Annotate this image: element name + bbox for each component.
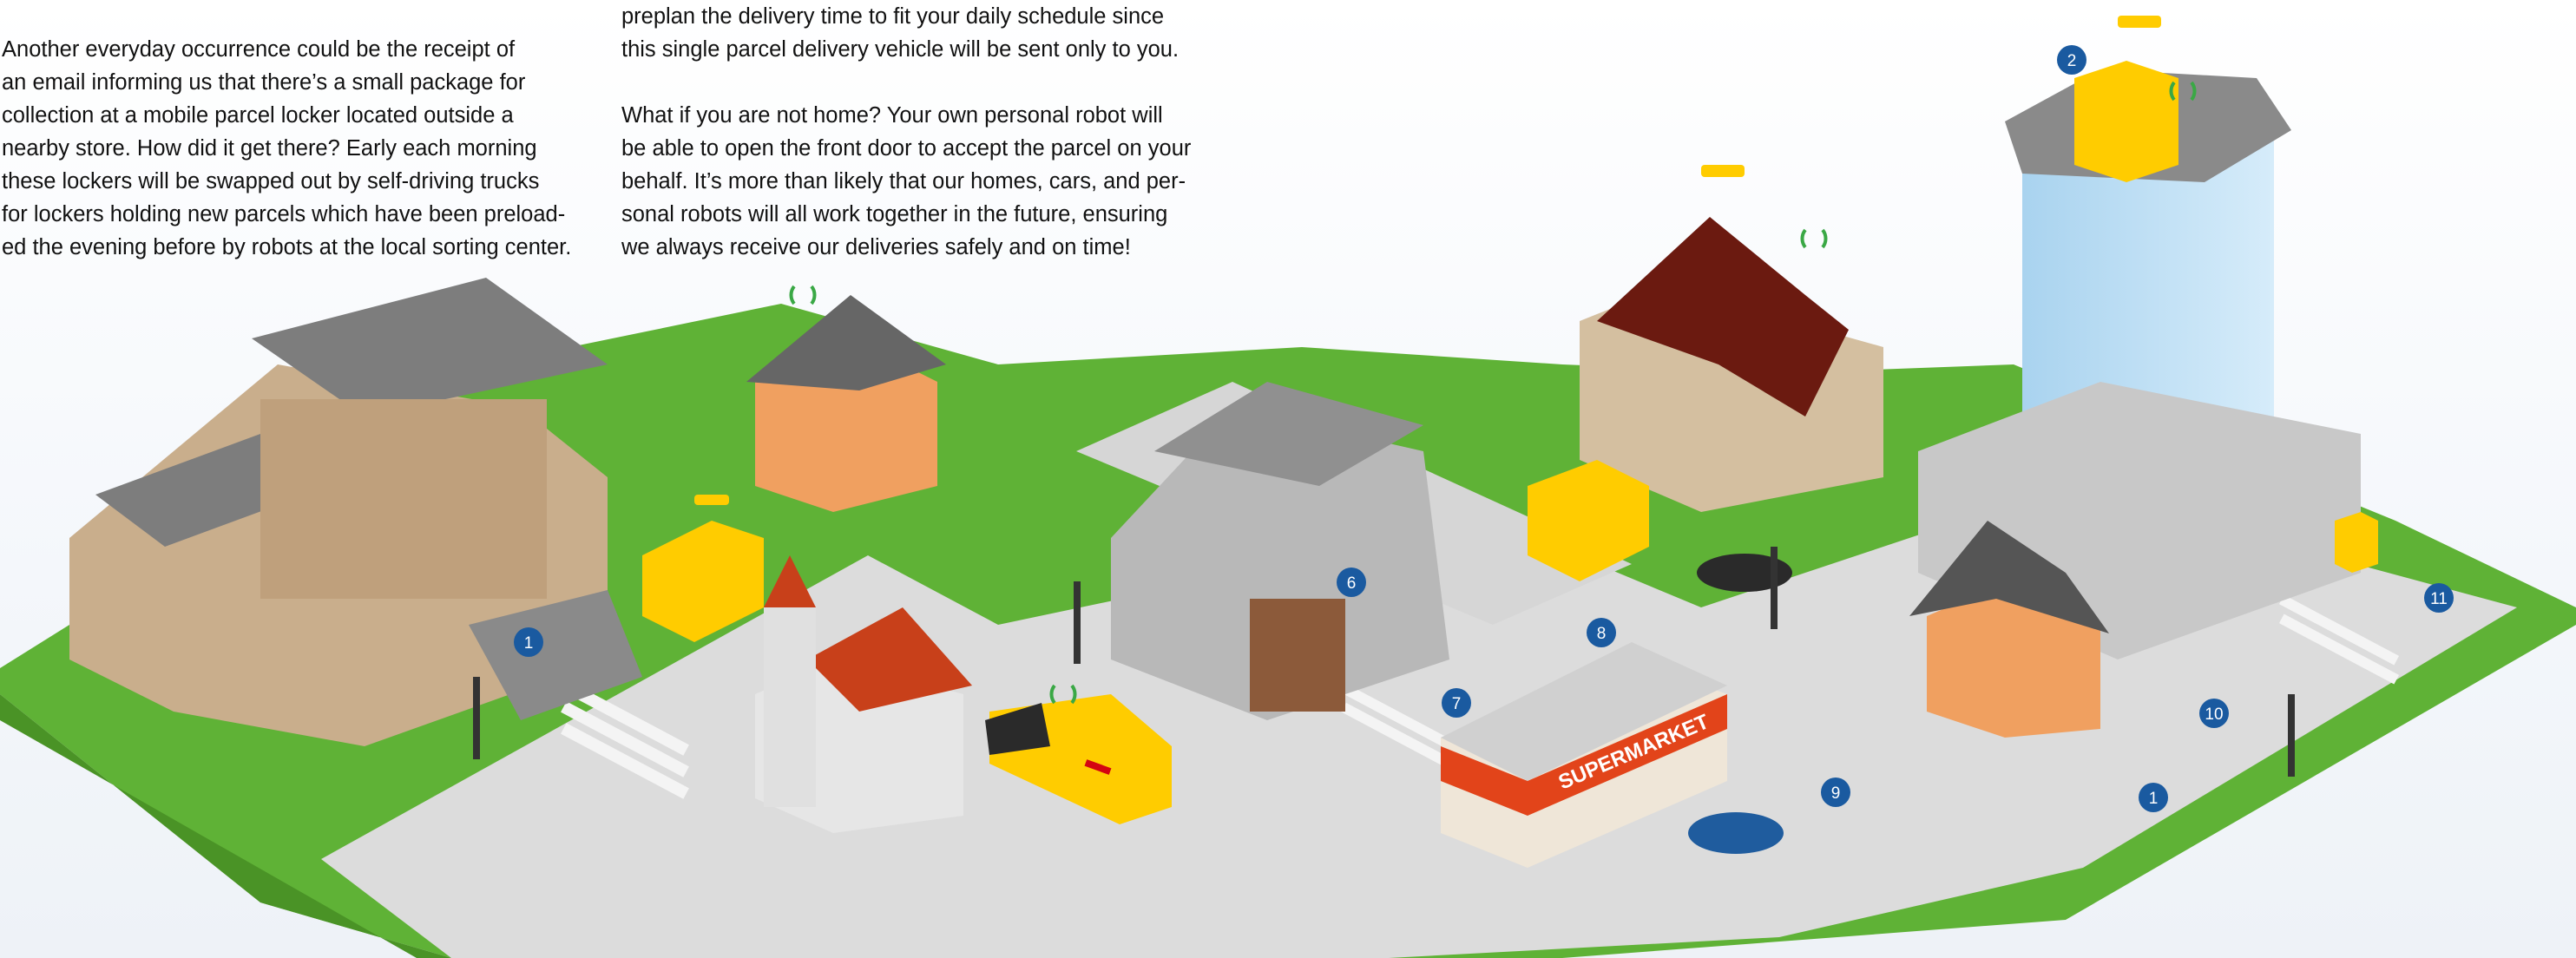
suburban-house — [1580, 217, 1883, 512]
marker-label: 1 — [524, 634, 534, 653]
marker-label: 2 — [2067, 52, 2077, 70]
marker-label: 1 — [2149, 790, 2159, 808]
marker-label: 11 — [2430, 590, 2448, 608]
smart-city-illustration: SUPERMARKET 1 2 6 7 8 9 10 11 1 — [0, 16, 2576, 958]
marker-label: 6 — [1347, 574, 1357, 593]
blue-car — [1688, 812, 1784, 854]
marker: 9 — [1821, 778, 1850, 807]
black-car — [1697, 554, 1792, 592]
apartment-building — [69, 278, 642, 746]
marker: 6 — [1337, 568, 1366, 597]
marker: 7 — [1442, 688, 1471, 718]
marker-label: 10 — [2205, 705, 2223, 724]
marker-label: 8 — [1597, 625, 1607, 643]
marker: 1 — [514, 627, 543, 657]
marker: 8 — [1587, 618, 1616, 647]
marker: 10 — [2199, 699, 2229, 728]
marker: 2 — [2057, 45, 2086, 75]
marker: 1 — [2139, 783, 2168, 812]
marker-label: 7 — [1452, 695, 1462, 713]
marker-label: 9 — [1831, 784, 1841, 803]
marker: 11 — [2424, 583, 2454, 613]
